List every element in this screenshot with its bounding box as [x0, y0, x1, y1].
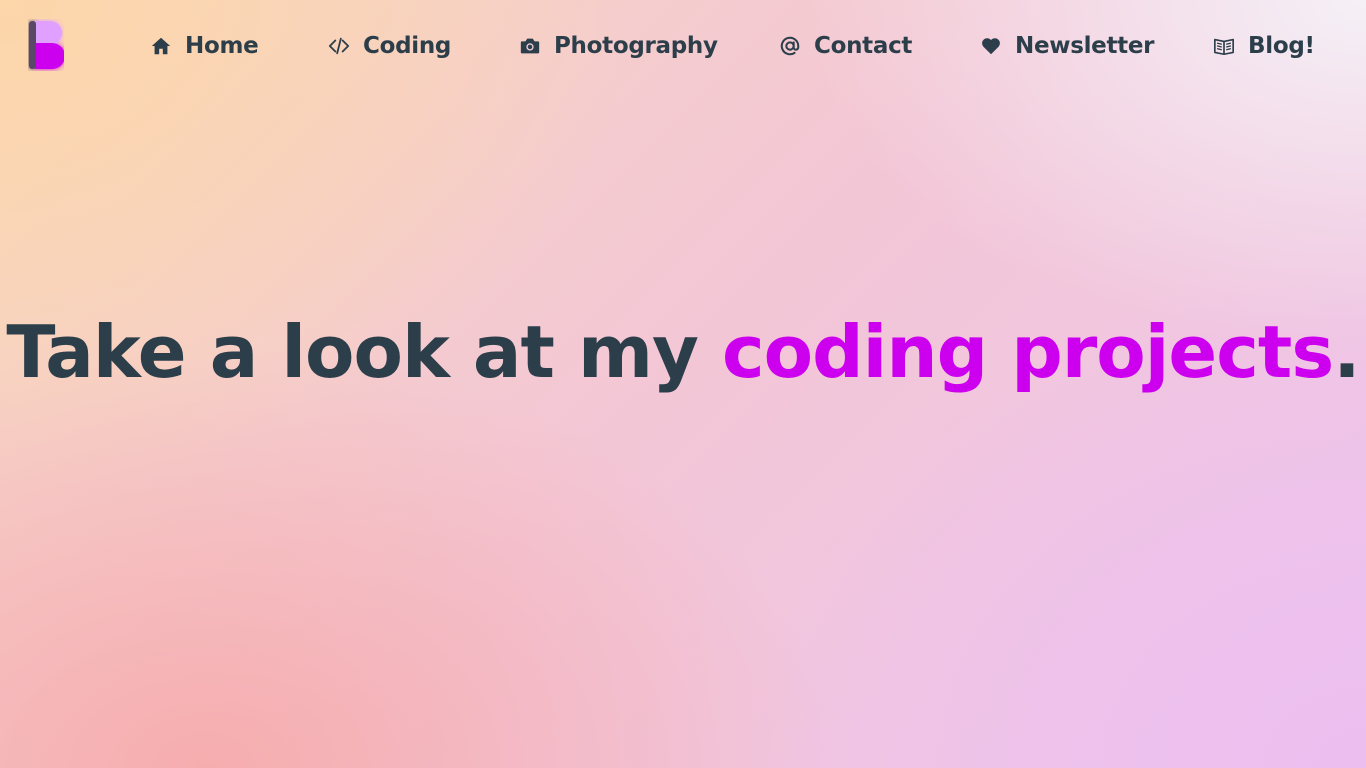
hero-trailing: .	[1333, 310, 1360, 394]
hero-lead: Take a look at my	[6, 310, 722, 394]
code-icon	[327, 34, 351, 58]
book-icon	[1212, 34, 1236, 58]
nav-item-label: Home	[185, 33, 259, 59]
nav-item-newsletter[interactable]: Newsletter	[979, 24, 1155, 68]
nav-item-label: Photography	[554, 33, 718, 59]
nav-item-label: Coding	[363, 33, 452, 59]
nav-item-contact[interactable]: Contact	[778, 24, 912, 68]
nav-item-photography[interactable]: Photography	[518, 24, 718, 68]
camera-icon	[518, 34, 542, 58]
hero-headline: Take a look at my coding projects.	[0, 306, 1366, 398]
nav-item-coding[interactable]: Coding	[327, 24, 451, 68]
nav-item-blog[interactable]: Blog!	[1212, 24, 1315, 68]
nav-item-label: Blog!	[1248, 33, 1315, 59]
hero-highlight: coding projects	[722, 310, 1334, 394]
main-nav: Home Coding Photography Contact Newslett…	[0, 24, 1366, 68]
nav-item-label: Newsletter	[1015, 33, 1155, 59]
nav-item-label: Contact	[814, 33, 913, 59]
heart-icon	[979, 34, 1003, 58]
nav-item-home[interactable]: Home	[149, 24, 259, 68]
at-icon	[778, 34, 802, 58]
home-icon	[149, 34, 173, 58]
